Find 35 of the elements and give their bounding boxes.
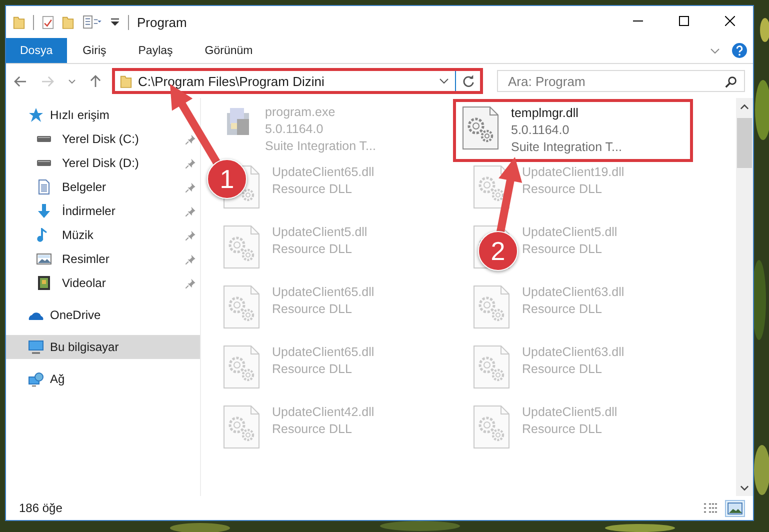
file-detail: Suite Integration T... xyxy=(265,138,376,155)
file-detail: Resource DLL xyxy=(272,301,353,318)
file-detail: Resource DLL xyxy=(272,241,353,258)
file-detail: Resource DLL xyxy=(522,241,603,258)
file-detail: Resource DLL xyxy=(272,361,353,378)
ribbon-tab[interactable]: Görünüm xyxy=(188,38,269,63)
nav-item[interactable]: Müzik xyxy=(6,223,200,247)
nav-item[interactable]: OneDrive xyxy=(6,303,200,327)
nav-item[interactable]: Resimler xyxy=(6,247,200,271)
file-detail: Resource DLL xyxy=(522,181,603,198)
window-title: Program xyxy=(137,14,187,30)
file-detail: Resource DLL xyxy=(522,301,603,318)
file-detail: Resource DLL xyxy=(272,181,353,198)
nav-item[interactable]: Bu bilgisayar xyxy=(6,335,200,359)
file-item[interactable]: templmgr.dll 5.0.1164.0 Suite Integration T... xyxy=(453,99,693,162)
ribbon-tab[interactable]: Giriş xyxy=(66,38,122,63)
file-detail: Resource DLL xyxy=(272,421,353,438)
file-detail: 5.0.1164.0 xyxy=(265,121,324,138)
nav-item[interactable]: Ağ xyxy=(6,367,200,391)
file-detail: Resource DLL xyxy=(522,361,603,378)
file-detail: Resource DLL xyxy=(522,421,603,438)
file-detail: 5.0.1164.0 xyxy=(511,122,570,139)
ribbon-tab[interactable]: Paylaş xyxy=(122,38,189,63)
ribbon-tab[interactable]: Dosya xyxy=(6,38,67,63)
file-detail: Suite Integration T... xyxy=(511,139,622,156)
nav-item[interactable]: Hızlı erişim xyxy=(6,103,200,127)
nav-item[interactable]: Yerel Disk (D:) xyxy=(6,151,200,175)
nav-item[interactable]: Yerel Disk (C:) xyxy=(6,127,200,151)
item-count: 186 öğe xyxy=(19,501,62,515)
nav-item[interactable]: Belgeler xyxy=(6,175,200,199)
nav-item[interactable]: Videolar xyxy=(6,271,200,295)
file-name[interactable]: templmgr.dll xyxy=(511,105,622,122)
address-field[interactable]: C:\Program Files\Program Dizini xyxy=(112,68,483,94)
nav-item[interactable]: İndirmeler xyxy=(6,199,200,223)
search-field[interactable]: Ara: Program xyxy=(497,70,745,92)
